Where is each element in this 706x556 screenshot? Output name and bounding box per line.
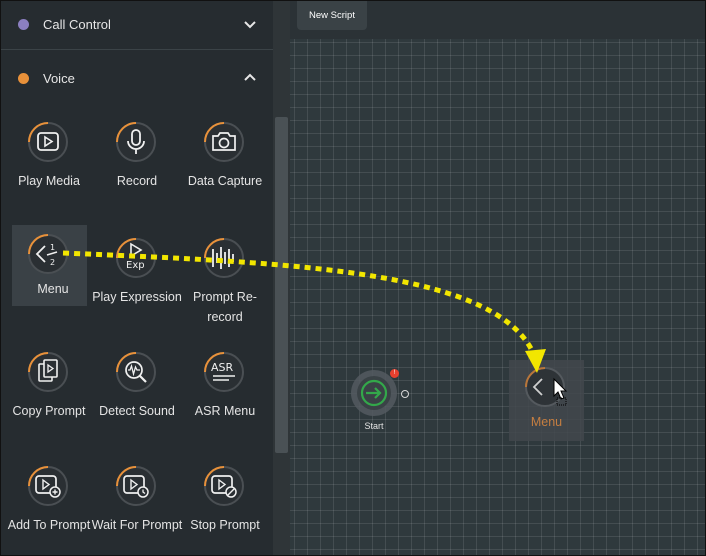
app-window: Call Control Voice Play Media Record Dat… bbox=[0, 0, 706, 556]
drag-arrowhead bbox=[525, 349, 546, 373]
drag-path-overlay bbox=[62, 250, 568, 406]
mouse-cursor-icon bbox=[553, 377, 568, 406]
drag-arrow-line bbox=[62, 250, 538, 358]
